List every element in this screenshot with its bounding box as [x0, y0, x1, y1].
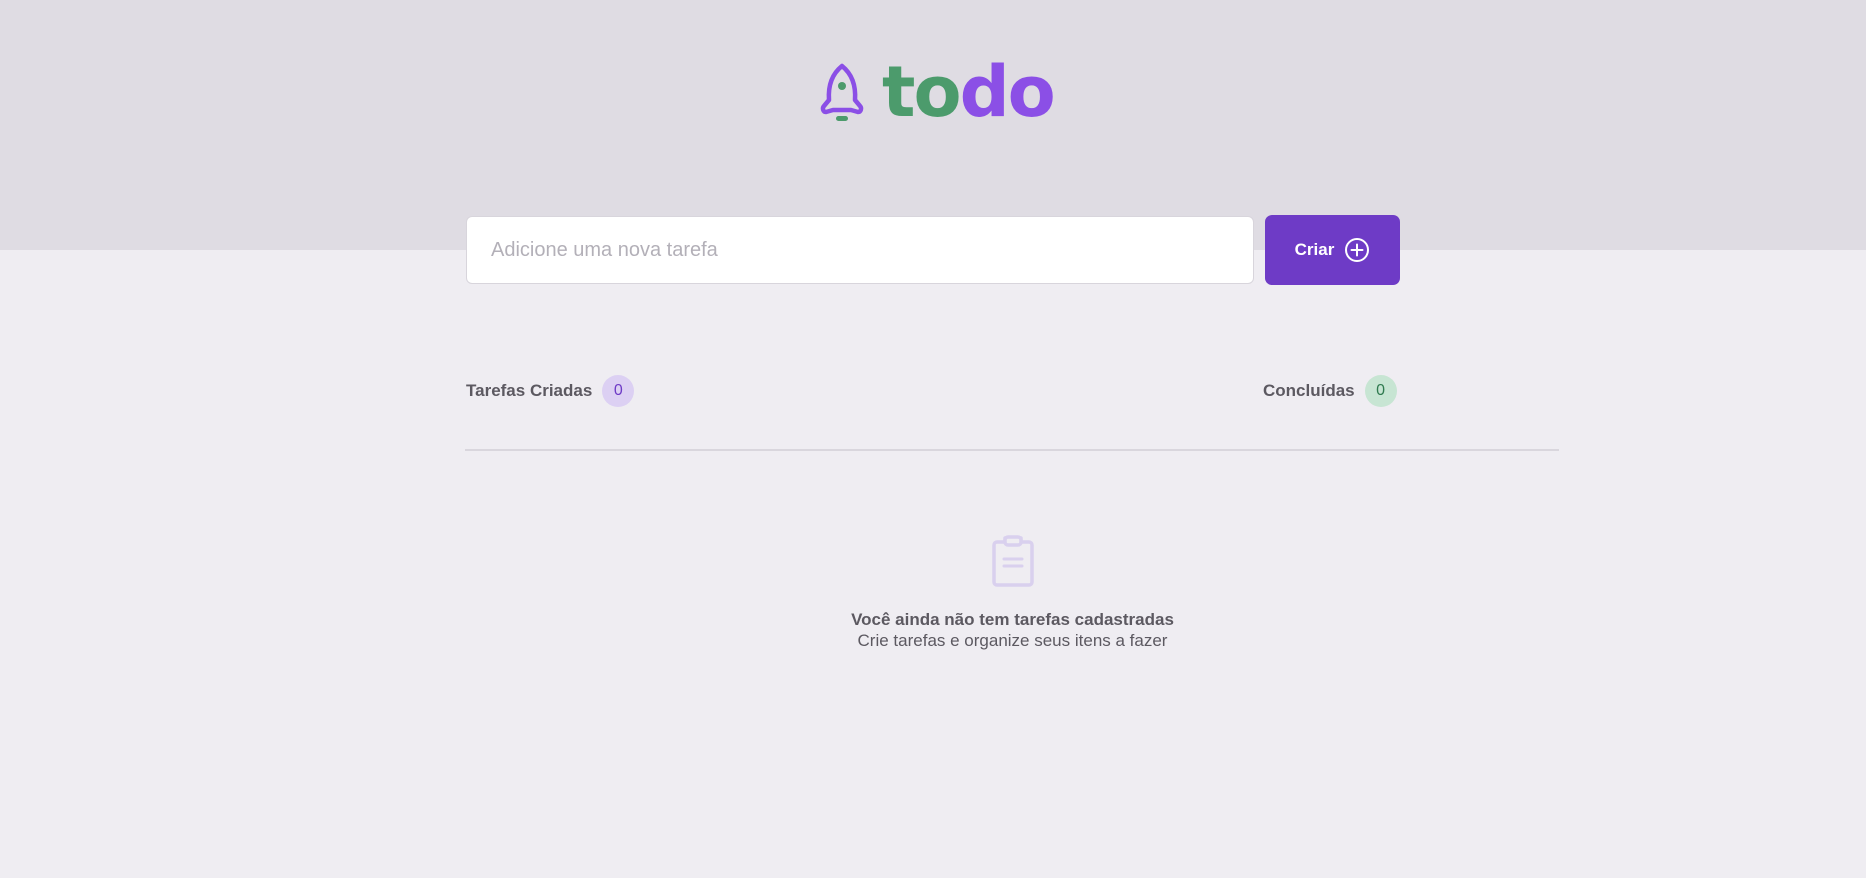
- empty-state: Você ainda não tem tarefas cadastradas C…: [0, 534, 1866, 652]
- created-tasks-badge: 0: [602, 375, 635, 407]
- clipboard-icon: [991, 535, 1034, 587]
- created-tasks-counter: Tarefas Criadas 0: [466, 375, 635, 407]
- completed-tasks-label: Concluídas: [1263, 381, 1355, 400]
- divider: [465, 449, 1559, 451]
- plus-circle-icon: [1345, 238, 1370, 262]
- created-tasks-label: Tarefas Criadas: [466, 381, 593, 400]
- create-button-label: Criar: [1294, 240, 1335, 259]
- completed-tasks-counter: Concluídas 0: [1263, 375, 1397, 407]
- completed-tasks-badge: 0: [1364, 375, 1397, 407]
- rocket-icon: [820, 63, 864, 121]
- create-button[interactable]: Criar: [1265, 215, 1400, 285]
- empty-state-title: Você ainda não tem tarefas cadastradas: [851, 610, 1174, 629]
- logo-text-do: do: [959, 51, 1056, 133]
- empty-state-subtitle: Crie tarefas e organize seus itens a faz…: [857, 631, 1168, 650]
- logo-text-to: to: [882, 51, 962, 133]
- new-task-input[interactable]: [466, 216, 1254, 284]
